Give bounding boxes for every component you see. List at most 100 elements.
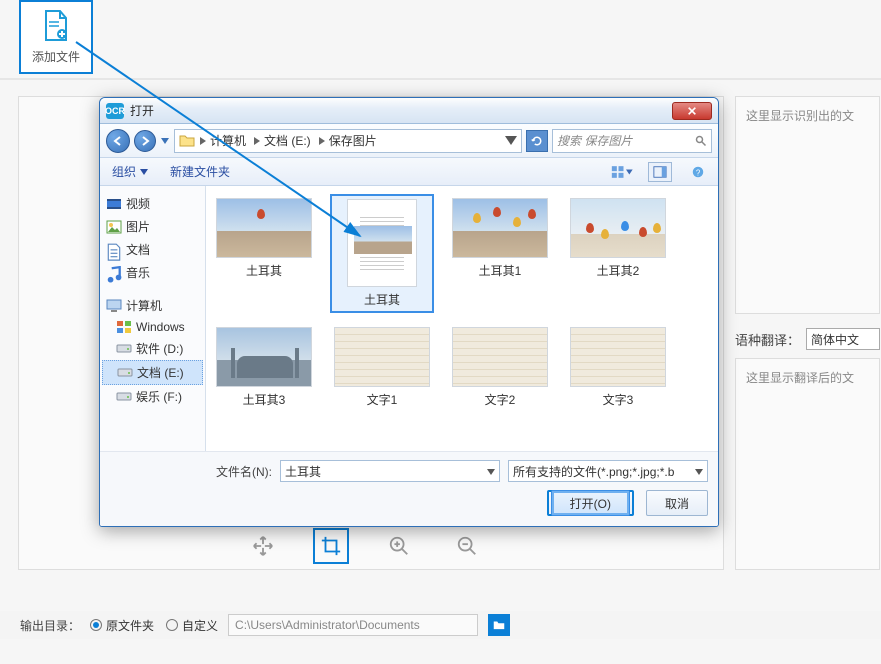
breadcrumb-dropdown[interactable] — [505, 134, 517, 148]
breadcrumb-seg-computer[interactable]: 计算机 — [197, 130, 249, 152]
new-folder-button[interactable]: 新建文件夹 — [166, 161, 234, 182]
output-path-value: C:\Users\Administrator\Documents — [235, 618, 420, 632]
dialog-app-icon: OCR — [106, 103, 124, 119]
zoom-out-icon[interactable] — [449, 528, 485, 564]
file-label: 土耳其2 — [597, 262, 640, 279]
add-file-label: 添加文件 — [32, 48, 80, 65]
file-label: 文字3 — [603, 391, 634, 408]
breadcrumb-seg-folder[interactable]: 保存图片 — [316, 130, 380, 152]
tree-item[interactable]: 音乐 — [102, 261, 203, 284]
file-label: 土耳其3 — [243, 391, 286, 408]
tree-item[interactable]: 图片 — [102, 215, 203, 238]
file-list[interactable]: 土耳其土耳其土耳其1土耳其2土耳其3文字1文字2文字3 — [206, 186, 718, 451]
search-placeholder: 搜索 保存图片 — [557, 132, 632, 149]
file-item[interactable]: 土耳其 — [330, 194, 434, 313]
output-radio-custom-label: 自定义 — [182, 617, 218, 634]
file-item[interactable]: 文字3 — [566, 323, 670, 412]
file-label: 土耳其1 — [479, 262, 522, 279]
tree-item[interactable]: 娱乐 (F:) — [102, 385, 203, 408]
cancel-button[interactable]: 取消 — [646, 490, 708, 516]
navigation-tree[interactable]: 视频图片文档音乐 计算机 Windows软件 (D:)文档 (E:)娱乐 (F:… — [100, 186, 206, 451]
breadcrumb-seg-drive[interactable]: 文档 (E:) — [251, 130, 314, 152]
nav-forward-button[interactable] — [134, 130, 156, 152]
file-item[interactable]: 土耳其2 — [566, 194, 670, 313]
nav-history-dropdown[interactable] — [160, 132, 170, 150]
file-item[interactable]: 文字1 — [330, 323, 434, 412]
output-path-input[interactable]: C:\Users\Administrator\Documents — [228, 614, 478, 636]
arrow-left-icon — [112, 135, 124, 147]
file-item[interactable]: 土耳其 — [212, 194, 316, 313]
close-icon — [687, 106, 697, 116]
music-icon — [106, 266, 122, 280]
open-button-highlight: 打开(O) — [547, 490, 634, 516]
file-item[interactable]: 文字2 — [448, 323, 552, 412]
output-radio-original-label: 原文件夹 — [106, 617, 154, 634]
file-label: 土耳其 — [246, 262, 282, 279]
win-icon — [116, 320, 132, 334]
view-mode-button[interactable] — [610, 162, 634, 182]
open-file-dialog: OCR 打开 计算机 文档 (E:) 保存图片 搜索 保存图片 — [99, 97, 719, 527]
video-icon — [106, 197, 122, 211]
ocr-result-placeholder: 这里显示识别出的文 — [746, 107, 869, 124]
add-file-document-icon — [43, 10, 69, 42]
refresh-button[interactable] — [526, 130, 548, 152]
file-label: 文字2 — [485, 391, 516, 408]
browse-folder-button[interactable] — [488, 614, 510, 636]
file-thumbnail — [216, 327, 312, 387]
file-thumbnail — [216, 198, 312, 258]
dialog-title: 打开 — [130, 102, 672, 119]
move-tool-icon[interactable] — [245, 528, 281, 564]
file-thumbnail — [452, 198, 548, 258]
drive-icon — [116, 390, 132, 404]
file-thumbnail — [570, 327, 666, 387]
dialog-close-button[interactable] — [672, 102, 712, 120]
filename-input[interactable]: 土耳其 — [280, 460, 500, 482]
tree-item[interactable]: 文档 (E:) — [102, 360, 203, 385]
picture-icon — [106, 220, 122, 234]
doc-icon — [106, 243, 122, 257]
tree-item[interactable]: 视频 — [102, 192, 203, 215]
file-label: 文字1 — [367, 391, 398, 408]
output-dir-label: 输出目录： — [20, 617, 80, 634]
file-item[interactable]: 土耳其3 — [212, 323, 316, 412]
file-label: 土耳其 — [364, 291, 400, 308]
organize-menu[interactable]: 组织 — [108, 161, 152, 182]
file-thumbnail — [570, 198, 666, 258]
preview-pane-button[interactable] — [648, 162, 672, 182]
help-button[interactable]: ? — [686, 162, 710, 182]
translate-result-placeholder: 这里显示翻译后的文 — [746, 369, 869, 386]
filetype-value: 所有支持的文件(*.png;*.jpg;*.b — [513, 463, 674, 480]
output-radio-custom[interactable]: 自定义 — [166, 617, 218, 634]
translate-language-value: 简体中文 — [811, 331, 859, 348]
refresh-icon — [531, 135, 543, 147]
drive-icon — [116, 342, 132, 356]
file-thumbnail — [334, 327, 430, 387]
search-input[interactable]: 搜索 保存图片 — [552, 129, 712, 153]
filetype-select[interactable]: 所有支持的文件(*.png;*.jpg;*.b — [508, 460, 708, 482]
nav-back-button[interactable] — [106, 129, 130, 153]
translate-language-label: 语种翻译： — [735, 330, 800, 349]
tree-header-computer[interactable]: 计算机 — [102, 294, 203, 317]
ocr-result-panel: 这里显示识别出的文 — [735, 96, 880, 314]
folder-icon — [179, 133, 195, 149]
view-thumbnails-icon — [611, 165, 624, 179]
translate-result-panel: 这里显示翻译后的文 — [735, 358, 880, 570]
folder-icon — [492, 618, 506, 632]
help-icon: ? — [691, 165, 705, 179]
zoom-in-icon[interactable] — [381, 528, 417, 564]
svg-text:?: ? — [696, 168, 701, 177]
tree-item[interactable]: Windows — [102, 317, 203, 337]
file-thumbnail — [452, 327, 548, 387]
open-button[interactable]: 打开(O) — [551, 490, 630, 516]
tree-item[interactable]: 软件 (D:) — [102, 337, 203, 360]
filename-label: 文件名(N): — [216, 463, 272, 480]
filename-value: 土耳其 — [285, 463, 321, 480]
translate-language-select[interactable]: 简体中文 — [806, 328, 880, 350]
drive-icon — [117, 366, 133, 380]
tree-item[interactable]: 文档 — [102, 238, 203, 261]
file-item[interactable]: 土耳其1 — [448, 194, 552, 313]
crop-tool-icon[interactable] — [313, 528, 349, 564]
address-bar[interactable]: 计算机 文档 (E:) 保存图片 — [174, 129, 522, 153]
output-radio-original[interactable]: 原文件夹 — [90, 617, 154, 634]
add-file-button[interactable]: 添加文件 — [19, 0, 93, 74]
